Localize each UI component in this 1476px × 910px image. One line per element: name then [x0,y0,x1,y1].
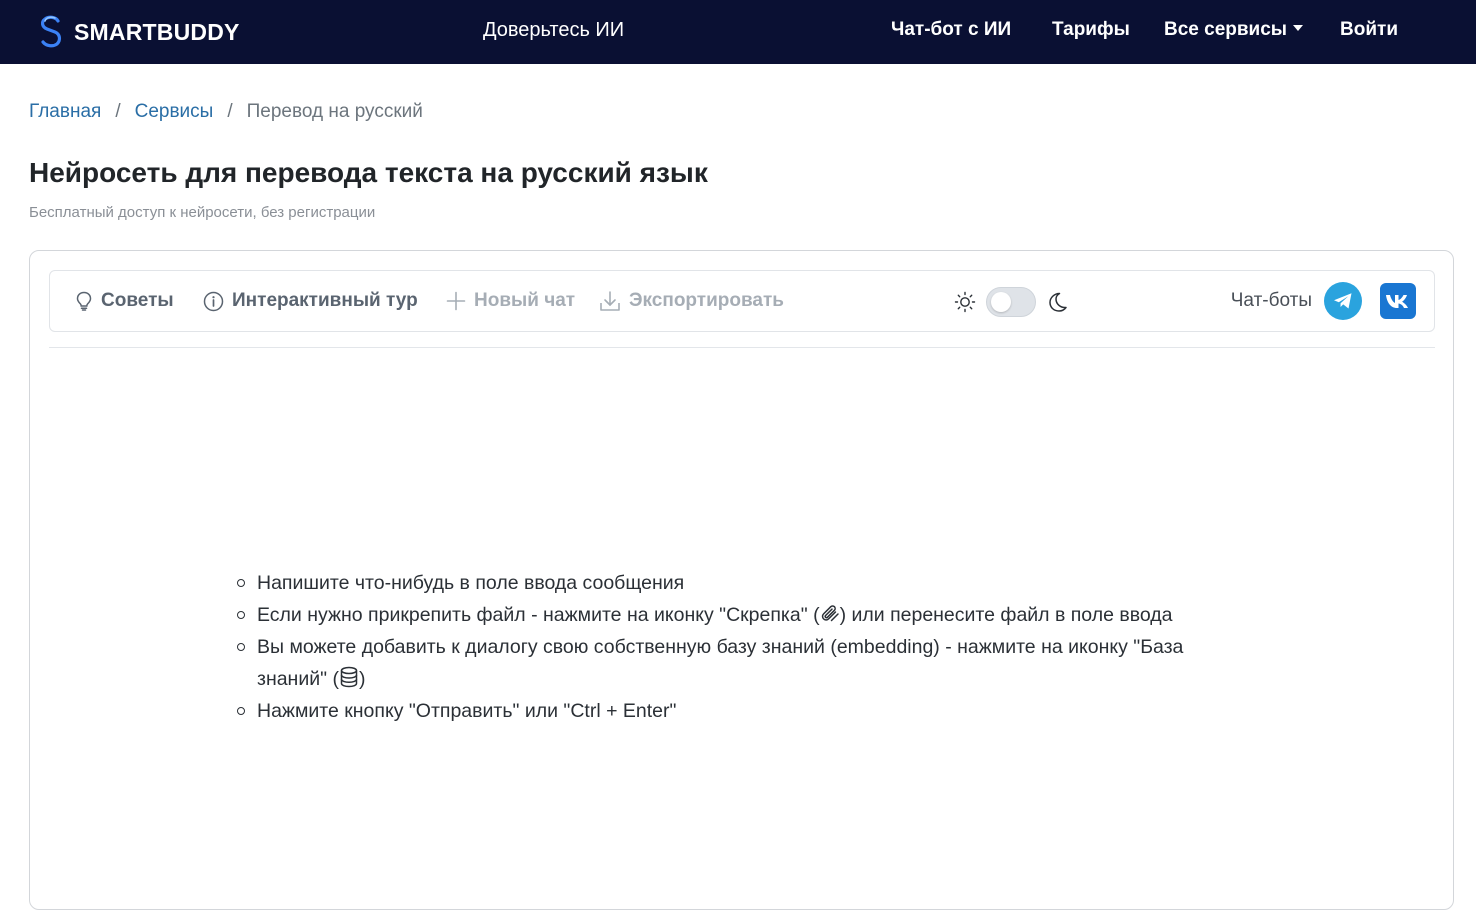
page-subtitle: Бесплатный доступ к нейросети, без регис… [29,204,376,221]
theme-switch [954,284,1068,320]
plus-icon [446,291,466,311]
site-header: SMARTBUDDY Доверьтесь ИИ Чат-бот с ИИ Та… [0,0,1476,64]
vk-icon [1386,295,1408,308]
tip-text-3a: Вы можете добавить к диалогу свою собств… [257,636,1184,690]
breadcrumb-home[interactable]: Главная [29,101,101,123]
breadcrumb-separator: / [115,101,121,122]
sun-icon [954,291,976,313]
tip-text-1: Напишите что-нибудь в поле ввода сообщен… [257,572,685,594]
caret-down-icon [1293,25,1304,31]
list-item: Напишите что-нибудь в поле ввода сообщен… [237,567,1237,599]
export-button[interactable]: Экспортировать [599,288,784,314]
info-circle-icon [203,291,224,311]
tips-list: Напишите что-нибудь в поле ввода сообщен… [237,567,1237,727]
tip-text-3b: ) [358,668,366,690]
moon-icon [1049,292,1067,312]
list-item: Вы можете добавить к диалогу свою собств… [237,631,1237,695]
interactive-tour-button[interactable]: Интерактивный тур [203,288,418,314]
list-item: Если нужно прикрепить файл - нажмите на … [237,599,1237,631]
main-nav: Чат-бот с ИИ Тарифы Все сервисы Войти [0,19,1476,45]
theme-toggle[interactable] [986,287,1036,317]
tip-text-4: Нажмите кнопку "Отправить" или "Ctrl + E… [257,700,677,722]
tip-text-2b: ) или перенесите файл в поле ввода [839,604,1173,626]
tip-text-2a: Если нужно прикрепить файл - нажмите на … [257,604,820,626]
nav-chatbot[interactable]: Чат-бот с ИИ [891,19,1011,41]
theme-toggle-knob [991,292,1011,312]
page-title: Нейросеть для перевода текста на русский… [29,157,708,188]
export-label: Экспортировать [629,290,784,311]
telegram-icon [1334,293,1352,309]
chat-toolbar: Советы Интерактивный тур Новый чат Экспо… [49,270,1435,332]
new-chat-button[interactable]: Новый чат [446,288,575,314]
nav-login[interactable]: Войти [1340,19,1398,41]
interactive-tour-label: Интерактивный тур [232,290,418,311]
toolbar-divider [49,347,1435,348]
new-chat-label: Новый чат [474,290,576,311]
chat-panel: Советы Интерактивный тур Новый чат Экспо… [29,250,1454,910]
database-icon [340,666,358,688]
breadcrumb: Главная / Сервисы / Перевод на русский [29,101,423,123]
breadcrumb-services[interactable]: Сервисы [135,101,214,123]
lightbulb-icon [76,291,92,311]
tips-label: Советы [101,290,174,311]
vk-button[interactable] [1380,283,1416,319]
nav-all-services-label: Все сервисы [1164,19,1288,40]
paperclip-icon [821,605,839,622]
breadcrumb-current: Перевод на русский [246,101,423,122]
tips-button[interactable]: Советы [75,288,174,314]
nav-pricing[interactable]: Тарифы [1052,19,1130,41]
download-icon [600,291,620,311]
chatbots-label: Чат-боты [1230,290,1312,311]
breadcrumb-separator: / [227,101,233,122]
chatbots-links: Чат-боты [1231,282,1416,320]
telegram-button[interactable] [1324,282,1362,320]
list-item: Нажмите кнопку "Отправить" или "Ctrl + E… [237,695,1237,727]
nav-all-services[interactable]: Все сервисы [1164,19,1304,41]
